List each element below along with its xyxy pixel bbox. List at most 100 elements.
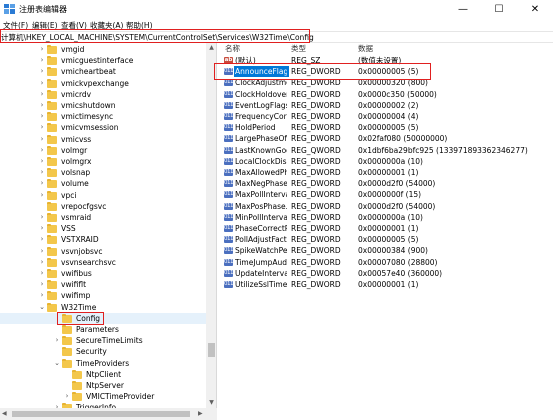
registry-value-row[interactable]: 011SpikeWatchPer... REG_DWORD 0x00000384 (…: [218, 245, 553, 256]
scroll-down-icon[interactable]: ▼: [206, 398, 216, 408]
tree-item[interactable]: NtpClient: [0, 369, 206, 380]
tree-item[interactable]: › vsmraid: [0, 212, 206, 223]
value-data: 0x00000005 (5): [358, 123, 419, 133]
chevron-right-icon[interactable]: ›: [38, 246, 46, 257]
scroll-left-icon[interactable]: ◀: [2, 408, 7, 420]
registry-value-row[interactable]: 011 HoldPeriod REG_DWORD 0x00000005 (5): [218, 122, 553, 133]
chevron-right-icon[interactable]: ›: [38, 100, 46, 111]
registry-value-row[interactable]: 011FrequencyCorr... REG_DWORD 0x00000004 (…: [218, 111, 553, 122]
chevron-right-icon[interactable]: ›: [38, 167, 46, 178]
tree-item[interactable]: › VSTXRAID: [0, 234, 206, 245]
tree-item-label: vrepocfgsvc: [61, 201, 107, 211]
chevron-down-icon[interactable]: ⌄: [38, 302, 46, 313]
tree-item[interactable]: Security: [0, 346, 206, 357]
tree-item[interactable]: › vmickvpexchange: [0, 78, 206, 89]
value-data: 0x00000004 (4): [358, 112, 419, 121]
tree-item[interactable]: › VMICTimeProvider: [0, 391, 206, 402]
chevron-right-icon[interactable]: ›: [38, 279, 46, 290]
tree-item[interactable]: › vmicshutdown: [0, 100, 206, 111]
tree-item[interactable]: › vmicvmsession: [0, 122, 206, 133]
scroll-right-icon[interactable]: ▶: [198, 408, 203, 420]
tree-horizontal-scrollbar[interactable]: ◀ ▶: [0, 408, 217, 420]
values-pane[interactable]: 名称 类型 数据 ab (默认) REG_SZ (数值未设置) 011 AnnounceF…: [218, 43, 553, 420]
registry-value-row[interactable]: 011LocalClockDis... REG_DWORD 0x0000000a (…: [218, 156, 553, 167]
chevron-right-icon[interactable]: ›: [63, 391, 71, 402]
column-name-header[interactable]: 名称: [225, 43, 240, 54]
tree-item[interactable]: Parameters: [0, 324, 206, 335]
registry-value-row[interactable]: 011 MinPollInterval REG_DWORD 0x0000000a (1…: [218, 212, 553, 223]
tree-item-label: volmgrx: [61, 157, 92, 166]
chevron-right-icon[interactable]: ›: [53, 335, 61, 346]
registry-value-row[interactable]: 011UtilizeSslTime... REG_DWORD 0x00000001 …: [218, 279, 553, 290]
chevron-right-icon[interactable]: ›: [38, 89, 46, 100]
chevron-right-icon[interactable]: ›: [38, 257, 46, 268]
tree-scroll-thumb[interactable]: [208, 343, 215, 357]
chevron-right-icon[interactable]: ›: [38, 234, 46, 245]
scroll-up-icon[interactable]: ▲: [206, 43, 216, 53]
registry-value-row[interactable]: 011TimeJumpAudi... REG_DWORD 0x00007080 (2…: [218, 257, 553, 268]
tree-item[interactable]: ⌄ TimeProviders: [0, 358, 206, 369]
tree-item[interactable]: › vsvnsearchsvc: [0, 257, 206, 268]
maximize-button[interactable]: ☐: [481, 0, 517, 20]
column-data-header[interactable]: 数据: [358, 43, 373, 54]
close-button[interactable]: ✕: [517, 0, 553, 20]
tree-item[interactable]: › VSS: [0, 223, 206, 234]
column-type-header[interactable]: 类型: [291, 43, 306, 54]
chevron-down-icon[interactable]: ⌄: [53, 358, 61, 369]
tree-item[interactable]: › vpci: [0, 190, 206, 201]
chevron-right-icon[interactable]: ›: [38, 212, 46, 223]
tree-item[interactable]: › vsvnjobsvc: [0, 246, 206, 257]
registry-value-row[interactable]: 011 UpdateInterval REG_DWORD 0x00057e40 (36…: [218, 268, 553, 279]
tree-item[interactable]: NtpServer: [0, 380, 206, 391]
value-type: REG_DWORD: [291, 112, 341, 121]
chevron-right-icon[interactable]: ›: [38, 78, 46, 89]
tree-item[interactable]: vrepocfgsvc: [0, 201, 206, 212]
value-type: REG_DWORD: [291, 280, 341, 289]
tree-hscroll-thumb[interactable]: [12, 411, 190, 417]
registry-value-row[interactable]: 011MaxNegPhase... REG_DWORD 0x0000d2f0 (54…: [218, 178, 553, 189]
chevron-right-icon[interactable]: ›: [38, 156, 46, 167]
registry-value-row[interactable]: 011LastKnownGoo... REG_QWORD 0x1dbf6ba29bf…: [218, 145, 553, 156]
tree-item[interactable]: › volmgrx: [0, 156, 206, 167]
tree-item[interactable]: › volsnap: [0, 167, 206, 178]
tree-item[interactable]: › vmicguestinterface: [0, 55, 206, 66]
registry-value-row[interactable]: 011MaxAllowedPh... REG_DWORD 0x00000001 (1…: [218, 167, 553, 178]
tree-item[interactable]: › SecureTimeLimits: [0, 335, 206, 346]
minimize-button[interactable]: —: [445, 0, 481, 20]
registry-tree[interactable]: › vmgid › vmicguestinterface › vmicheartbeat ›…: [0, 43, 217, 408]
registry-value-row[interactable]: 011MaxPosPhase... REG_DWORD 0x0000d2f0 (54…: [218, 201, 553, 212]
tree-item[interactable]: › vwifibus: [0, 268, 206, 279]
value-data: 0x0000000a (10): [358, 212, 423, 222]
chevron-right-icon[interactable]: ›: [38, 145, 46, 156]
registry-value-row[interactable]: 011PhaseCorrectR... REG_DWORD 0x00000001 (…: [218, 223, 553, 234]
registry-value-row[interactable]: 011ClockHoldover... REG_DWORD 0x0000c350 (…: [218, 89, 553, 100]
chevron-right-icon[interactable]: ›: [38, 223, 46, 234]
tree-item[interactable]: › vwifimp: [0, 290, 206, 301]
chevron-right-icon[interactable]: ›: [38, 44, 46, 55]
registry-value-row[interactable]: 011 EventLogFlags REG_DWORD 0x00000002 (2): [218, 100, 553, 111]
chevron-right-icon[interactable]: ›: [38, 290, 46, 301]
registry-value-row[interactable]: 011LargePhaseOff... REG_DWORD 0x02faf080 (…: [218, 133, 553, 144]
chevron-right-icon[interactable]: ›: [38, 190, 46, 201]
tree-item[interactable]: › volume: [0, 178, 206, 189]
registry-value-row[interactable]: 011 MaxPollInterval REG_DWORD 0x0000000f (1…: [218, 189, 553, 200]
value-name: MaxPollInterval: [235, 190, 287, 200]
tree-item[interactable]: › vmicrdv: [0, 89, 206, 100]
tree-item[interactable]: › volmgr: [0, 145, 206, 156]
tree-item-label: volume: [61, 179, 89, 189]
tree-vertical-scrollbar[interactable]: ▲ ▼: [206, 43, 216, 408]
tree-item[interactable]: › vmicheartbeat: [0, 66, 206, 77]
chevron-right-icon[interactable]: ›: [38, 178, 46, 189]
registry-value-row[interactable]: 011PollAdjustFactor REG_DWORD 0x00000005 (…: [218, 234, 553, 245]
tree-item[interactable]: › vmgid: [0, 44, 206, 55]
chevron-right-icon[interactable]: ›: [38, 66, 46, 77]
tree-item[interactable]: › vmicvss: [0, 134, 206, 145]
chevron-right-icon[interactable]: ›: [38, 122, 46, 133]
tree-item-label: vpci: [61, 190, 77, 200]
tree-item[interactable]: › vwififlt: [0, 279, 206, 290]
chevron-right-icon[interactable]: ›: [38, 134, 46, 145]
chevron-right-icon[interactable]: ›: [38, 111, 46, 122]
chevron-right-icon[interactable]: ›: [38, 55, 46, 66]
chevron-right-icon[interactable]: ›: [38, 268, 46, 279]
tree-item[interactable]: › vmictimesync: [0, 111, 206, 122]
